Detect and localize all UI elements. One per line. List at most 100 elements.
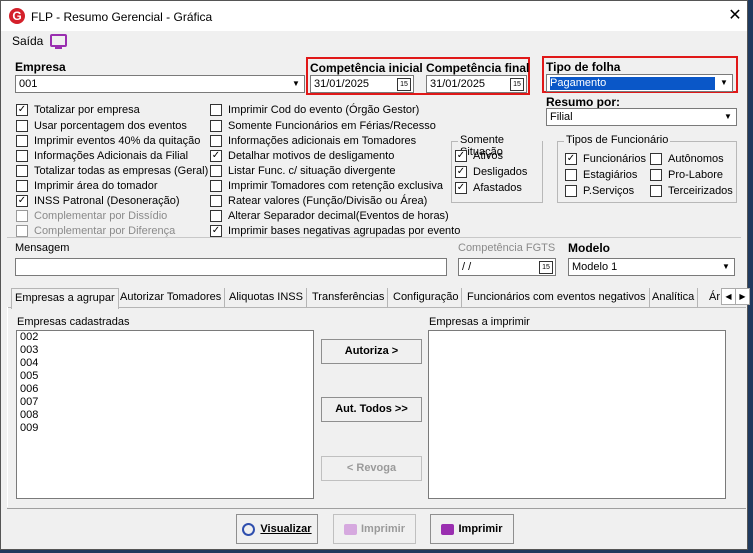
checkbox-option[interactable]: Terceirizados xyxy=(650,185,733,197)
checkbox-option[interactable]: ✓ Desligados xyxy=(455,166,527,178)
menu-saida[interactable]: Saída xyxy=(12,34,43,48)
close-button[interactable]: ✕ xyxy=(723,5,747,27)
checkbox-icon[interactable] xyxy=(565,169,577,181)
checkbox-icon[interactable] xyxy=(16,120,28,132)
checkbox-option[interactable]: Informações adicionais em Tomadores xyxy=(210,135,416,147)
checkbox-checked-icon[interactable]: ✓ xyxy=(16,195,28,207)
checkbox-icon[interactable] xyxy=(16,210,28,222)
imprimir-button[interactable]: Imprimir xyxy=(430,514,514,544)
checkbox-option[interactable]: Pro-Labore xyxy=(650,169,723,181)
checkbox-option[interactable]: Listar Func. c/ situação divergente xyxy=(210,165,396,177)
checkbox-option[interactable]: ✓ Afastados xyxy=(455,182,522,194)
empresas-cadastradas-list[interactable]: 002 003 004 005 006 007 008 009 xyxy=(16,330,314,499)
checkbox-icon[interactable] xyxy=(210,104,222,116)
tab-scroll-left-icon[interactable]: ◀ xyxy=(721,288,736,305)
checkbox-option[interactable]: ✓ Imprimir bases negativas agrupadas por … xyxy=(210,225,460,237)
checkbox-icon[interactable] xyxy=(210,210,222,222)
list-item[interactable]: 008 xyxy=(17,409,313,422)
checkbox-checked-icon[interactable]: ✓ xyxy=(455,150,467,162)
chevron-down-icon[interactable]: ▼ xyxy=(717,76,731,90)
checkbox-option[interactable]: Imprimir eventos 40% da quitação xyxy=(16,135,200,147)
tab-item[interactable]: Funcionários com eventos negativos xyxy=(464,288,650,307)
checkbox-checked-icon[interactable]: ✓ xyxy=(210,150,222,162)
checkbox-checked-icon[interactable]: ✓ xyxy=(455,182,467,194)
checkbox-option[interactable]: Complementar por Dissídio xyxy=(16,210,167,222)
empresa-label: Empresa xyxy=(15,60,66,74)
checkbox-icon[interactable] xyxy=(16,225,28,237)
checkbox-option[interactable]: Ratear valores (Função/Divisão ou Área) xyxy=(210,195,427,207)
checkbox-checked-icon[interactable]: ✓ xyxy=(455,166,467,178)
tab-item[interactable]: Configuração xyxy=(390,288,463,307)
tipo-folha-select[interactable]: Pagamento ▼ xyxy=(546,74,733,92)
empresas-imprimir-list[interactable] xyxy=(428,330,726,499)
revoga-button[interactable]: < Revoga xyxy=(321,456,422,481)
checkbox-checked-icon[interactable]: ✓ xyxy=(565,153,577,165)
checkbox-icon[interactable] xyxy=(16,135,28,147)
list-item[interactable]: 009 xyxy=(17,422,313,435)
checkbox-icon[interactable] xyxy=(16,180,28,192)
resumo-por-select[interactable]: Filial ▼ xyxy=(546,108,737,126)
chevron-down-icon[interactable]: ▼ xyxy=(719,260,733,274)
list-item[interactable]: 005 xyxy=(17,370,313,383)
checkbox-option[interactable]: P.Serviços xyxy=(565,185,634,197)
checkbox-icon[interactable] xyxy=(565,185,577,197)
competencia-inicial-field[interactable]: 31/01/2025 15 xyxy=(310,75,414,93)
checkbox-icon[interactable] xyxy=(650,169,662,181)
competencia-fgts-field[interactable]: / / 15 xyxy=(458,258,556,276)
mensagem-input[interactable] xyxy=(15,258,447,276)
aut-todos-button[interactable]: Aut. Todos >> xyxy=(321,397,422,422)
checkbox-option[interactable]: Imprimir Tomadores com retenção exclusiv… xyxy=(210,180,443,192)
checkbox-icon[interactable] xyxy=(650,153,662,165)
checkbox-option[interactable]: ✓ Funcionários xyxy=(565,153,646,165)
chevron-down-icon[interactable]: ▼ xyxy=(289,77,303,91)
visualizar-button[interactable]: Visualizar xyxy=(236,514,318,544)
checkbox-option[interactable]: Estagiários xyxy=(565,169,637,181)
autoriza-button[interactable]: Autoriza > xyxy=(321,339,422,364)
imprimir-disabled-button[interactable]: Imprimir xyxy=(333,514,416,544)
checkbox-icon[interactable] xyxy=(210,180,222,192)
checkbox-option[interactable]: ✓ Detalhar motivos de desligamento xyxy=(210,150,394,162)
checkbox-icon[interactable] xyxy=(16,150,28,162)
checkbox-option[interactable]: Somente Funcionários em Férias/Recesso xyxy=(210,120,436,132)
calendar-icon[interactable]: 15 xyxy=(510,78,524,91)
tab-scroll-right-icon[interactable]: ▶ xyxy=(735,288,750,305)
competencia-final-field[interactable]: 31/01/2025 15 xyxy=(426,75,527,93)
checkbox-option[interactable]: Informações Adicionais da Filial xyxy=(16,150,188,162)
list-item[interactable]: 002 xyxy=(17,331,313,344)
calendar-icon[interactable]: 15 xyxy=(397,78,411,91)
checkbox-option[interactable]: Alterar Separador decimal(Eventos de hor… xyxy=(210,210,449,222)
checkbox-option[interactable]: Imprimir área do tomador xyxy=(16,180,158,192)
checkbox-option[interactable]: ✓ Ativos xyxy=(455,150,503,162)
checkbox-option[interactable]: ✓ INSS Patronal (Desoneração) xyxy=(16,195,180,207)
calendar-icon[interactable]: 15 xyxy=(539,261,553,274)
tab-item[interactable]: Analítica xyxy=(649,288,699,307)
checkbox-option[interactable]: Imprimir Cod do evento (Órgão Gestor) xyxy=(210,104,419,116)
checkbox-option[interactable]: Complementar por Diferença xyxy=(16,225,175,237)
tab-item[interactable]: Ár xyxy=(706,288,723,307)
checkbox-icon[interactable] xyxy=(650,185,662,197)
tab-item[interactable]: Aliquotas INSS xyxy=(226,288,307,307)
list-item[interactable]: 006 xyxy=(17,383,313,396)
checkbox-option[interactable]: Totalizar todas as empresas (Geral) xyxy=(16,165,208,177)
checkbox-option[interactable]: Usar porcentagem dos eventos xyxy=(16,120,187,132)
tab-item[interactable]: Transferências xyxy=(309,288,389,307)
checkbox-icon[interactable] xyxy=(16,165,28,177)
tv-icon[interactable] xyxy=(50,34,67,49)
tab-item[interactable]: Empresas a agrupar xyxy=(11,288,119,309)
list-item[interactable]: 004 xyxy=(17,357,313,370)
empresas-imprimir-label: Empresas a imprimir xyxy=(429,316,530,328)
checkbox-icon[interactable] xyxy=(210,195,222,207)
list-item[interactable]: 007 xyxy=(17,396,313,409)
list-item[interactable]: 003 xyxy=(17,344,313,357)
checkbox-checked-icon[interactable]: ✓ xyxy=(210,225,222,237)
tab-item[interactable]: Autorizar Tomadores xyxy=(117,288,226,307)
checkbox-option[interactable]: ✓ Totalizar por empresa xyxy=(16,104,140,116)
checkbox-icon[interactable] xyxy=(210,135,222,147)
checkbox-checked-icon[interactable]: ✓ xyxy=(16,104,28,116)
checkbox-option[interactable]: Autônomos xyxy=(650,153,724,165)
chevron-down-icon[interactable]: ▼ xyxy=(721,110,735,124)
checkbox-icon[interactable] xyxy=(210,120,222,132)
empresa-select[interactable]: 001 ▼ xyxy=(15,75,305,93)
modelo-select[interactable]: Modelo 1 ▼ xyxy=(568,258,735,276)
checkbox-icon[interactable] xyxy=(210,165,222,177)
